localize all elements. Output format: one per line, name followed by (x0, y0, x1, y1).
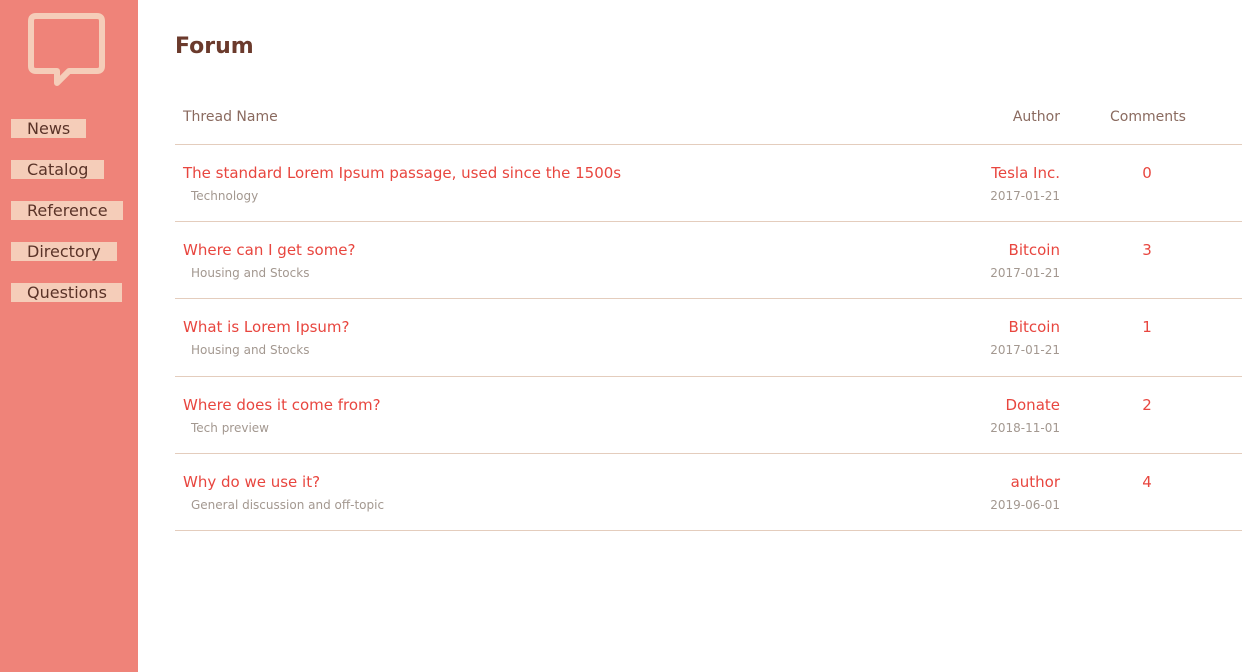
thread-comment-count: 0 (1142, 164, 1152, 182)
thread-row: Why do we use it? General discussion and… (175, 454, 1242, 531)
nav-item-reference[interactable]: Reference (11, 201, 123, 220)
thread-category: Technology (191, 189, 259, 203)
thread-date: 2017-01-21 (990, 189, 1060, 203)
thread-row: Where does it come from? Tech preview Do… (175, 377, 1242, 454)
sidebar: News Catalog Reference Directory Questio… (0, 0, 138, 672)
thread-comment-count: 1 (1142, 318, 1152, 336)
thread-title-link[interactable]: The standard Lorem Ipsum passage, used s… (183, 164, 621, 182)
thread-category: Housing and Stocks (191, 343, 310, 357)
thread-category: General discussion and off-topic (191, 498, 385, 512)
thread-category: Housing and Stocks (191, 266, 310, 280)
author-column-header: Author (1012, 109, 1060, 125)
thread-name-column-header: Thread Name (183, 109, 278, 125)
thread-row: What is Lorem Ipsum? Housing and Stocks … (175, 299, 1242, 376)
speech-bubble-icon[interactable] (28, 13, 105, 87)
thread-comment-count: 4 (1142, 473, 1152, 491)
thread-comment-count: 2 (1142, 396, 1152, 414)
thread-author-link[interactable]: Donate (1005, 396, 1060, 414)
thread-date: 2017-01-21 (990, 266, 1060, 280)
nav-item-news[interactable]: News (11, 119, 86, 138)
thread-author-link[interactable]: Bitcoin (1009, 318, 1060, 336)
comments-column-header: Comments (1110, 109, 1186, 125)
thread-title-link[interactable]: Where can I get some? (183, 241, 356, 259)
thread-date: 2019-06-01 (990, 498, 1060, 512)
thread-title-link[interactable]: Why do we use it? (183, 473, 320, 491)
thread-title-link[interactable]: What is Lorem Ipsum? (183, 318, 350, 336)
thread-author-link[interactable]: author (1011, 473, 1060, 491)
thread-comment-count: 3 (1142, 241, 1152, 259)
nav-item-catalog[interactable]: Catalog (11, 160, 104, 179)
thread-row: The standard Lorem Ipsum passage, used s… (175, 145, 1242, 222)
thread-category: Tech preview (191, 421, 269, 435)
thread-author-link[interactable]: Bitcoin (1009, 241, 1060, 259)
nav-item-questions[interactable]: Questions (11, 283, 122, 302)
thread-date: 2018-11-01 (990, 421, 1060, 435)
row-divider (175, 530, 1242, 531)
thread-date: 2017-01-21 (990, 343, 1060, 357)
thread-title-link[interactable]: Where does it come from? (183, 396, 381, 414)
thread-row: Where can I get some? Housing and Stocks… (175, 222, 1242, 299)
nav-item-directory[interactable]: Directory (11, 242, 117, 261)
page-title: Forum (175, 34, 254, 59)
thread-author-link[interactable]: Tesla Inc. (991, 164, 1060, 182)
